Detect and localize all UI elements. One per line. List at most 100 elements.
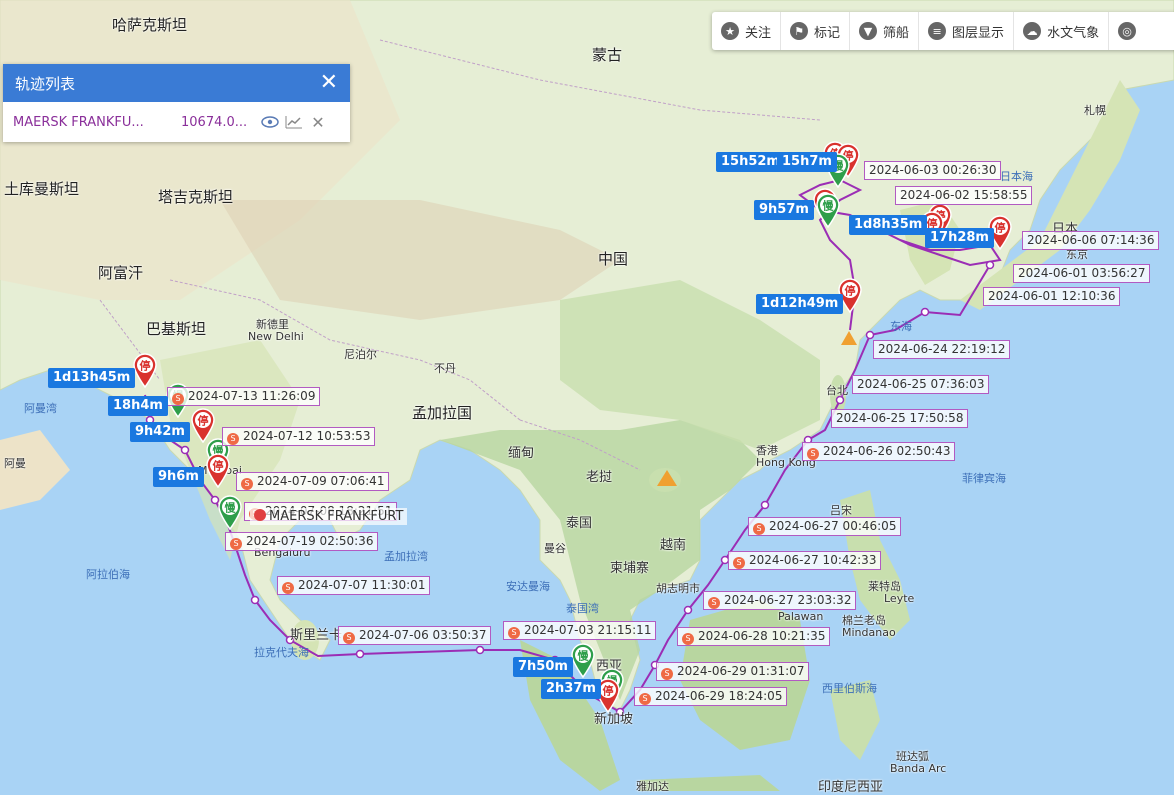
map-label-sri-lanka: 斯里兰卡: [290, 628, 343, 643]
svg-text:停: 停: [845, 284, 856, 298]
track-time-label[interactable]: S 2024-06-26 02:50:43: [802, 442, 956, 461]
track-time-label[interactable]: 2024-06-01 12:10:36: [983, 287, 1121, 306]
map-label-east-sea: 东海: [890, 320, 912, 333]
track-time-label[interactable]: S 2024-07-13 11:26:09: [167, 387, 321, 406]
track-time-label[interactable]: S 2024-06-29 18:24:05: [634, 687, 788, 706]
track-point[interactable]: [865, 330, 875, 340]
stop-dot-icon: S: [807, 448, 819, 460]
track-time-label[interactable]: S 2024-07-03 21:15:11: [503, 621, 657, 640]
map-label-mongolia: 蒙古: [592, 46, 623, 64]
stop-duration-label[interactable]: 1d8h35m: [849, 215, 928, 235]
track-time-label[interactable]: S 2024-07-09 07:06:41: [236, 472, 390, 491]
ship-icon: [254, 509, 266, 521]
follow-button[interactable]: ★ 关注: [712, 12, 782, 50]
map-label-leyte: Leyte: [884, 592, 915, 605]
mark-button[interactable]: ⚑ 标记: [781, 12, 851, 50]
map-label-hcmc: 胡志明市: [656, 582, 700, 595]
svg-text:停: 停: [198, 414, 209, 428]
map-label-bhutan: 不丹: [434, 362, 456, 375]
stop-duration-label[interactable]: 15h7m: [777, 152, 837, 172]
stop-duration-label[interactable]: 17h28m: [925, 228, 994, 248]
track-time-label[interactable]: S 2024-07-19 02:50:36: [225, 532, 379, 551]
ship-name-map-label[interactable]: MAERSK FRANKFURT: [250, 508, 408, 525]
stop-duration-label[interactable]: 1d13h45m: [48, 368, 136, 388]
map-toolbar: ★ 关注 ⚑ 标记 ▼ 筛船 ≡ 图层显示 ☁ 水文气象 ◎: [712, 12, 1174, 50]
layers-button[interactable]: ≡ 图层显示: [919, 12, 1015, 50]
track-time-text: 2024-06-01 12:10:36: [988, 289, 1116, 303]
stop-duration-label[interactable]: 7h50m: [513, 657, 573, 677]
track-time-label[interactable]: S 2024-07-06 03:50:37: [338, 626, 492, 645]
stop-pin-icon[interactable]: 停: [132, 352, 158, 389]
remove-icon[interactable]: ✕: [308, 112, 328, 132]
map-label-mindanao: Mindanao: [842, 626, 896, 639]
layers-icon: ≡: [928, 22, 947, 40]
track-time-label[interactable]: 2024-06-24 22:19:12: [873, 340, 1011, 359]
track-time-label[interactable]: S 2024-06-27 00:46:05: [748, 517, 902, 536]
track-time-label[interactable]: 2024-06-25 07:36:03: [852, 375, 990, 394]
slow-pin-icon[interactable]: 慢: [570, 642, 596, 679]
hydro-weather-button[interactable]: ☁ 水文气象: [1014, 12, 1110, 50]
map-label-bangkok: 曼谷: [544, 542, 566, 555]
map-label-afghanistan: 阿富汗: [98, 264, 144, 282]
map-label-myanmar: 缅甸: [508, 446, 535, 461]
track-time-label[interactable]: 2024-06-25 17:50:58: [831, 409, 969, 428]
track-time-text: 2024-07-09 07:06:41: [257, 474, 385, 488]
warning-triangle-icon[interactable]: [656, 468, 678, 488]
track-time-text: 2024-07-13 11:26:09: [188, 389, 316, 403]
filter-ships-button[interactable]: ▼ 筛船: [850, 12, 920, 50]
close-icon[interactable]: ✕: [320, 72, 338, 94]
track-point[interactable]: [920, 307, 930, 317]
track-point[interactable]: [475, 645, 485, 655]
track-time-label[interactable]: S 2024-06-29 01:31:07: [656, 662, 810, 681]
track-time-label[interactable]: S 2024-06-27 23:03:32: [703, 591, 857, 610]
eye-icon[interactable]: [260, 112, 280, 132]
warning-triangle-icon[interactable]: [840, 330, 858, 346]
more-button[interactable]: ◎: [1109, 12, 1151, 50]
track-point[interactable]: [180, 445, 190, 455]
track-point[interactable]: [355, 649, 365, 659]
track-time-label[interactable]: 2024-06-02 15:58:55: [895, 186, 1033, 205]
track-time-label[interactable]: S 2024-06-27 10:42:33: [728, 551, 882, 570]
track-time-label[interactable]: 2024-06-01 03:56:27: [1013, 264, 1151, 283]
track-time-text: 2024-07-12 10:53:53: [243, 429, 371, 443]
track-time-label[interactable]: 2024-06-06 07:14:36: [1022, 231, 1160, 250]
stop-duration-label[interactable]: 1d12h49m: [756, 294, 844, 314]
stop-duration-label[interactable]: 9h57m: [754, 200, 814, 220]
map-label-vietnam: 越南: [660, 538, 687, 553]
track-time-text: 2024-06-28 10:21:35: [698, 629, 826, 643]
chart-line-icon[interactable]: [284, 112, 304, 132]
track-time-text: 2024-06-02 15:58:55: [900, 188, 1028, 202]
track-point[interactable]: [683, 605, 693, 615]
map-label-laccadive-sea: 拉克代夫海: [254, 646, 309, 659]
svg-text:停: 停: [213, 459, 224, 473]
track-time-label[interactable]: S 2024-07-12 10:53:53: [222, 427, 376, 446]
stop-dot-icon: S: [639, 693, 651, 705]
stop-duration-label[interactable]: 2h37m: [541, 679, 601, 699]
track-time-label[interactable]: S 2024-07-07 11:30:01: [277, 576, 431, 595]
stop-duration-label[interactable]: 18h4m: [108, 396, 168, 416]
cloud-icon: ☁: [1023, 22, 1042, 40]
track-point[interactable]: [760, 500, 770, 510]
map-label-celebes-sea: 西里伯斯海: [822, 682, 877, 695]
stop-duration-label[interactable]: 9h6m: [153, 467, 204, 487]
track-time-text: 2024-06-25 07:36:03: [857, 377, 985, 391]
track-point[interactable]: [250, 595, 260, 605]
track-point[interactable]: [985, 260, 995, 270]
stop-dot-icon: S: [682, 633, 694, 645]
stop-duration-label[interactable]: 15h52m: [716, 152, 785, 172]
map-label-jakarta: 雅加达: [636, 780, 669, 793]
map-label-arabian-sea: 阿拉伯海: [86, 568, 130, 581]
track-list-item[interactable]: MAERSK FRANKFU... 10674.0... ✕: [3, 102, 350, 142]
map-label-indonesia: 印度尼西亚: [818, 780, 884, 795]
slow-pin-icon[interactable]: 慢: [815, 192, 841, 229]
stop-duration-label[interactable]: 9h42m: [130, 422, 190, 442]
stop-dot-icon: S: [343, 632, 355, 644]
stop-pin-icon[interactable]: 停: [205, 452, 231, 489]
stop-dot-icon: S: [241, 478, 253, 490]
stop-dot-icon: S: [661, 668, 673, 680]
star-icon: ★: [721, 22, 739, 40]
track-time-label[interactable]: 2024-06-03 00:26:30: [864, 161, 1002, 180]
track-time-label[interactable]: S 2024-06-28 10:21:35: [677, 627, 831, 646]
map-label-pakistan: 巴基斯坦: [146, 320, 207, 338]
slow-pin-icon[interactable]: 慢: [217, 494, 243, 531]
